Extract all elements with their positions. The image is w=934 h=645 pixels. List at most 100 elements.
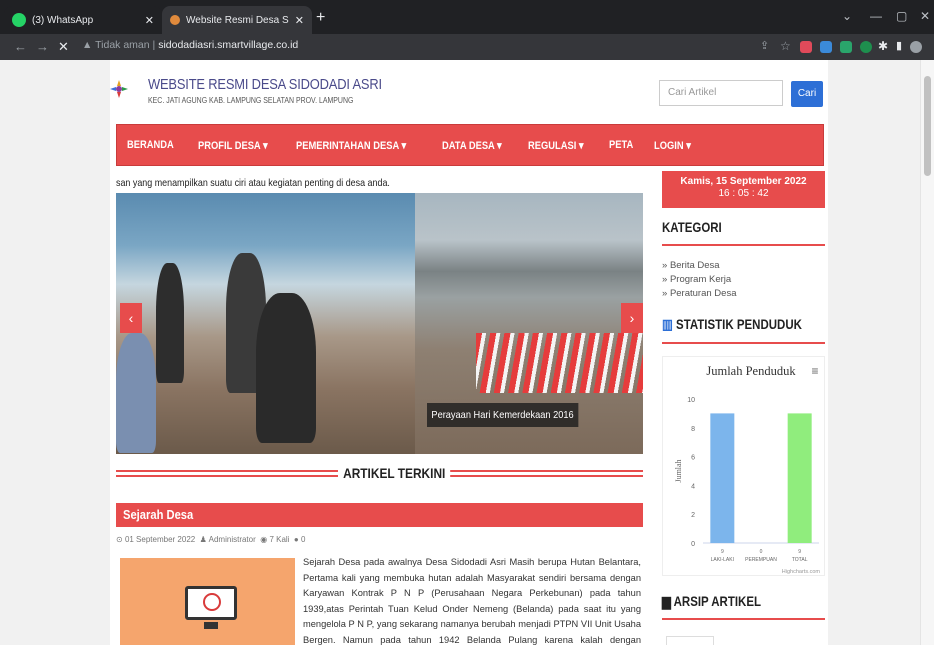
share-icon[interactable]: ⇪	[760, 40, 769, 53]
chart-data-label: 0	[760, 549, 763, 555]
new-tab-button[interactable]: +	[316, 9, 325, 27]
chart-y-tick-label: 0	[691, 541, 695, 548]
tab-website[interactable]: Website Resmi Desa Sidodadi As ✕	[162, 6, 312, 34]
section-title: ARTIKEL TERKINI	[338, 465, 451, 481]
menu-item-profil-desa[interactable]: PROFIL DESA ▾	[198, 139, 268, 152]
comment-icon: ●	[291, 535, 299, 544]
close-icon[interactable]: ✕	[295, 14, 304, 27]
current-time: 16 : 05 : 42	[718, 188, 769, 199]
archive-icon: ▆	[662, 593, 671, 609]
flags-decoration	[476, 333, 643, 393]
tab-whatsapp[interactable]: (3) WhatsApp ✕	[4, 6, 162, 34]
article-title-bar[interactable]: Sejarah Desa	[116, 503, 643, 527]
chart-bar	[710, 413, 735, 543]
article-excerpt: Sejarah Desa pada awalnya Desa Sidodadi …	[303, 557, 641, 645]
tab-title: (3) WhatsApp	[32, 14, 94, 26]
section-header: ARTIKEL TERKINI	[116, 465, 643, 485]
kategori-item[interactable]: » Peraturan Desa	[662, 287, 736, 301]
chart-menu-icon: ≡	[811, 364, 818, 378]
chevron-down-icon[interactable]: ⌄	[842, 9, 852, 23]
menu-item-data-desa[interactable]: DATA DESA ▾	[442, 139, 502, 152]
article-date: 01 September 2022	[124, 535, 196, 544]
article-comments: 0	[300, 535, 306, 544]
restore-button[interactable]: ▢	[896, 9, 907, 23]
extension-icon[interactable]	[820, 41, 832, 53]
chart-data-label: 9	[798, 549, 801, 555]
kategori-item[interactable]: » Berita Desa	[662, 259, 736, 273]
population-chart: Jumlah Penduduk ≡ Jumlah 0 2 4 6 8 10 9 LAKI-LAKI 0…	[662, 356, 825, 576]
search-button[interactable]: Cari	[791, 81, 823, 107]
chart-credit: Highcharts.com	[782, 569, 821, 575]
website: WEBSITE RESMI DESA SIDODADI ASRI KEC. JA…	[110, 60, 828, 645]
population-chart-svg: Jumlah Penduduk ≡ Jumlah 0 2 4 6 8 10 9 LAKI-LAKI 0…	[674, 364, 821, 575]
arsip-tab[interactable]	[666, 636, 714, 645]
back-arrow-icon[interactable]: ←	[14, 40, 27, 53]
warning-icon: ▲	[82, 39, 93, 51]
site-title: WEBSITE RESMI DESA SIDODADI ASRI	[148, 76, 382, 93]
tab-title: Website Resmi Desa Sidodadi As	[186, 14, 289, 26]
chart-data-label: 9	[721, 549, 724, 555]
article-views: 7 Kali	[269, 535, 290, 544]
running-text: san yang menampilkan suatu ciri atau keg…	[116, 177, 390, 189]
slider-next-button[interactable]: ›	[621, 303, 643, 333]
chart-x-tick-label: PEREMPUAN	[745, 557, 777, 563]
puzzle-icon[interactable]: ✱	[878, 40, 888, 53]
window-close-button[interactable]: ✕	[920, 9, 930, 23]
scrollbar-thumb[interactable]	[924, 76, 931, 176]
menu-item-pemerintahan-desa[interactable]: PEMERINTAHAN DESA ▾	[296, 139, 406, 152]
browser-tab-strip: (3) WhatsApp ✕ Website Resmi Desa Sidoda…	[0, 0, 934, 34]
menu-item-beranda[interactable]: BERANDA	[127, 139, 174, 151]
article-thumbnail[interactable]	[120, 558, 295, 645]
slider-caption: Perayaan Hari Kemerdekaan 2016	[427, 403, 579, 427]
chart-y-tick-label: 8	[691, 426, 695, 433]
site-brand[interactable]: WEBSITE RESMI DESA SIDODADI ASRI KEC. JA…	[148, 76, 420, 105]
extension-icon[interactable]	[840, 41, 852, 53]
current-date: Kamis, 15 September 2022	[680, 176, 807, 187]
menu-item-login[interactable]: LOGIN ▾	[654, 139, 691, 152]
security-label: Tidak aman	[95, 39, 150, 51]
slide-photo-beach-cleanup	[116, 193, 415, 454]
minimize-button[interactable]: —	[870, 9, 882, 23]
village-logo-icon	[110, 80, 128, 98]
stop-icon[interactable]: ✕	[58, 40, 69, 53]
chart-x-tick-label: LAKI-LAKI	[711, 557, 734, 563]
clock-icon: ⊙	[116, 535, 123, 544]
menu-item-peta[interactable]: PETA	[609, 139, 633, 151]
article-author: Administrator	[208, 535, 256, 544]
page-scrollbar[interactable]	[920, 60, 934, 645]
article-meta: ⊙ 01 September 2022 ♟ Administrator ◉ 7 …	[116, 535, 305, 544]
forward-arrow-icon[interactable]: →	[36, 40, 49, 53]
bar-chart-icon: ▥	[662, 316, 673, 332]
site-subtitle: KEC. JATI AGUNG KAB. LAMPUNG SELATAN PRO…	[148, 95, 354, 105]
chart-title: Jumlah Penduduk	[706, 364, 796, 378]
article-title[interactable]: Sejarah Desa	[123, 507, 193, 522]
side-panel-icon[interactable]: ▮	[896, 40, 902, 53]
extension-icon[interactable]	[800, 41, 812, 53]
no-image-icon	[185, 586, 237, 620]
avatar[interactable]	[910, 41, 922, 53]
arsip-title: ▆ ARSIP ARTIKEL	[662, 593, 762, 609]
image-slider[interactable]: ‹ › Perayaan Hari Kemerdekaan 2016	[116, 193, 643, 454]
site-favicon-icon	[170, 15, 180, 25]
whatsapp-icon	[12, 13, 26, 27]
slider-prev-button[interactable]: ‹	[120, 303, 142, 333]
chart-y-tick-label: 6	[691, 455, 695, 462]
chart-y-tick-label: 4	[691, 483, 695, 490]
url-host: sidodadiasri.smartvillage.co.id	[158, 39, 299, 51]
extension-icon[interactable]	[860, 41, 872, 53]
kategori-item[interactable]: » Program Kerja	[662, 273, 736, 287]
kategori-list: » Berita Desa » Program Kerja » Peratura…	[662, 259, 736, 301]
browser-toolbar: ← → ✕ ▲ Tidak aman | sidodadiasri.smartv…	[0, 34, 934, 60]
user-icon: ♟	[197, 535, 207, 544]
bookmark-star-icon[interactable]: ☆	[780, 40, 791, 53]
statistik-title: ▥ STATISTIK PENDUDUK	[662, 316, 802, 332]
chart-bar	[787, 413, 812, 543]
eye-icon: ◉	[258, 535, 268, 544]
page-viewport: WEBSITE RESMI DESA SIDODADI ASRI KEC. JA…	[0, 60, 934, 645]
close-icon[interactable]: ✕	[145, 14, 154, 27]
address-bar[interactable]: ▲ Tidak aman | sidodadiasri.smartvillage…	[82, 39, 298, 51]
search-input[interactable]: Cari Artikel	[659, 80, 783, 106]
menu-item-regulasi[interactable]: REGULASI ▾	[528, 139, 584, 152]
chart-y-tick-label: 10	[687, 397, 695, 404]
chart-x-tick-label: TOTAL	[792, 557, 808, 563]
